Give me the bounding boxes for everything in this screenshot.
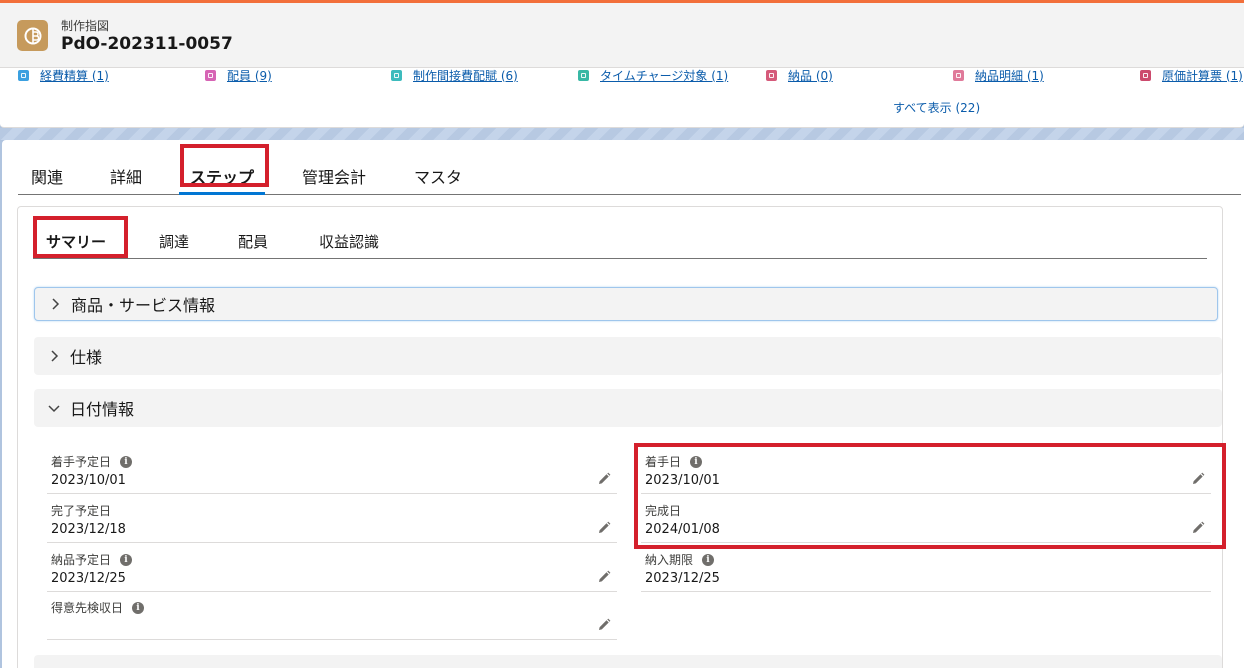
active-tab-indicator: [179, 192, 265, 195]
field-planned-finish-date: 完了予定日 2023/12/18: [47, 495, 617, 543]
field-label: 得意先検収日: [51, 601, 124, 615]
quick-link-label[interactable]: 経費精算 (1): [40, 68, 109, 84]
quick-link-label[interactable]: 原価計算票 (1): [1162, 68, 1243, 84]
chevron-right-icon: [43, 298, 67, 310]
subtab-revenue-recognition[interactable]: 収益認識: [319, 231, 379, 252]
main-card: 関連 詳細 ステップ 管理会計 マスタ サマリー 調達 配員 収益認識 商品・サ…: [2, 140, 1244, 668]
field-label: 納入期限: [645, 553, 694, 567]
summary-card: サマリー 調達 配員 収益認識 商品・サービス情報 仕様 日付情報 着手予定日 …: [17, 206, 1226, 668]
pencil-edit-icon[interactable]: [597, 521, 611, 535]
section-specification[interactable]: 仕様: [34, 337, 1222, 375]
tab-details[interactable]: 詳細: [110, 164, 142, 188]
tab-management-accounting[interactable]: 管理会計: [302, 164, 366, 188]
pencil-edit-icon[interactable]: [597, 570, 611, 584]
chevron-down-icon: [42, 403, 66, 413]
clock-icon: [578, 69, 589, 81]
section-product-service-info[interactable]: 商品・サービス情報: [34, 287, 1218, 321]
info-icon[interactable]: i: [690, 455, 703, 468]
record-header: 制作指図 PdO-202311-0057: [0, 3, 1244, 68]
field-value: 2023/10/01: [51, 473, 126, 488]
field-label: 完了予定日: [51, 504, 112, 518]
tab-master[interactable]: マスタ: [414, 164, 462, 188]
subtab-staffing[interactable]: 配員: [238, 231, 268, 252]
subtab-summary[interactable]: サマリー: [46, 231, 106, 252]
field-planned-start-date: 着手予定日 i 2023/10/01: [47, 446, 617, 494]
quick-link-cost-sheet[interactable]: 原価計算票 (1): [1140, 68, 1243, 83]
field-actual-start-date: 着手日 i 2023/10/01: [641, 446, 1211, 494]
quick-link-label[interactable]: 納品明細 (1): [975, 68, 1044, 84]
quick-link-time-charge[interactable]: タイムチャージ対象 (1): [578, 68, 728, 83]
quick-link-deliveries[interactable]: 納品 (0): [766, 68, 833, 83]
quick-link-delivery-details[interactable]: 納品明細 (1): [953, 68, 1044, 83]
show-all-link[interactable]: すべて表示 (22): [893, 99, 980, 116]
list-icon: [953, 69, 964, 81]
section-title: 日付情報: [70, 400, 135, 419]
quick-link-label[interactable]: タイムチャージ対象 (1): [600, 68, 728, 84]
record-object-type: 制作指図: [61, 19, 110, 33]
info-icon[interactable]: i: [120, 553, 133, 566]
pencil-edit-icon[interactable]: [597, 618, 611, 632]
pencil-edit-icon[interactable]: [1191, 521, 1205, 535]
related-list-quick-links: 経費精算 (1) 配員 (9) 制作間接費配賦 (6) タイムチャージ対象 (1…: [0, 68, 1244, 128]
section-date-info[interactable]: 日付情報: [34, 389, 1222, 427]
chevron-right-icon: [42, 350, 66, 362]
field-delivery-deadline: 納入期限 i 2023/12/25: [641, 544, 1211, 592]
production-order-icon: [24, 27, 41, 44]
record-title: PdO-202311-0057: [61, 34, 233, 54]
field-label: 着手日: [645, 455, 682, 469]
field-value: 2023/12/25: [645, 571, 720, 586]
field-label: 完成日: [645, 504, 682, 518]
box-icon: [766, 69, 777, 81]
receipt-icon: [18, 69, 29, 81]
field-value: 2023/12/18: [51, 522, 126, 537]
info-icon[interactable]: i: [702, 553, 715, 566]
field-completion-date: 完成日 2024/01/08: [641, 495, 1211, 543]
quick-link-label[interactable]: 配員 (9): [227, 68, 272, 84]
info-icon[interactable]: i: [132, 601, 145, 614]
field-planned-delivery-date: 納品予定日 i 2023/12/25: [47, 544, 617, 592]
field-value: 2023/12/25: [51, 571, 126, 586]
background-pattern: [0, 128, 1244, 140]
tab-related[interactable]: 関連: [31, 164, 63, 188]
quick-link-label[interactable]: 納品 (0): [788, 68, 833, 84]
pencil-edit-icon[interactable]: [1191, 472, 1205, 486]
people-icon: [205, 69, 216, 81]
section-next-collapsed[interactable]: [34, 655, 1222, 668]
field-customer-acceptance-date: 得意先検収日 i: [47, 592, 617, 640]
tab-steps[interactable]: ステップ: [190, 164, 254, 188]
section-title: 商品・サービス情報: [71, 296, 216, 315]
quick-link-staffing[interactable]: 配員 (9): [205, 68, 272, 83]
network-icon: [391, 69, 402, 81]
primary-tab-bar: 関連 詳細 ステップ 管理会計 マスタ: [18, 140, 1241, 195]
quick-link-label[interactable]: 制作間接費配賦 (6): [413, 68, 518, 84]
field-value: 2024/01/08: [645, 522, 720, 537]
section-title: 仕様: [70, 348, 103, 367]
pencil-edit-icon[interactable]: [597, 472, 611, 486]
field-label: 着手予定日: [51, 455, 112, 469]
secondary-tab-bar: サマリー 調達 配員 収益認識: [33, 207, 1207, 259]
thermometer-icon: [1140, 69, 1151, 81]
field-value: 2023/10/01: [645, 473, 720, 488]
quick-link-expenses[interactable]: 経費精算 (1): [18, 68, 109, 83]
record-type-icon: [17, 20, 48, 51]
info-icon[interactable]: i: [120, 455, 133, 468]
field-label: 納品予定日: [51, 553, 112, 567]
quick-link-overhead-allocation[interactable]: 制作間接費配賦 (6): [391, 68, 518, 83]
subtab-procurement[interactable]: 調達: [159, 231, 189, 252]
